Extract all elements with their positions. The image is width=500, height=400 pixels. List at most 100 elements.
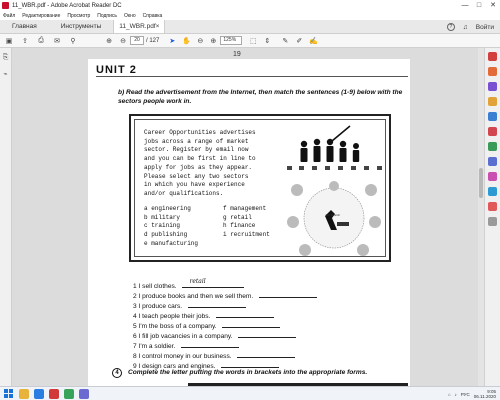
network-icon[interactable]: ⌂ <box>448 392 451 397</box>
advertisement-inner: Career Opportunities advertises jobs acr… <box>134 119 386 257</box>
minimize-button[interactable]: — <box>458 0 472 11</box>
export-pdf-icon[interactable] <box>488 52 497 61</box>
sector-item: b military <box>144 213 181 221</box>
sentence-item: 7 I'm a soldier. <box>133 342 240 350</box>
tab-home[interactable]: Главная <box>0 20 49 33</box>
create-pdf-icon[interactable] <box>488 67 497 76</box>
menu-file[interactable]: Файл <box>3 13 15 19</box>
next-page-icon[interactable]: ⊖ <box>118 36 128 46</box>
sentence-text: 5 I'm the boss of a company. <box>133 323 217 330</box>
fill-sign-icon[interactable] <box>488 142 497 151</box>
menu-bar: Файл Редактирование Просмотр Подпись Окн… <box>0 11 500 20</box>
scroll-mode-icon[interactable]: ⇕ <box>262 36 272 46</box>
select-cursor-icon[interactable]: ➤ <box>167 36 177 46</box>
sentence-item: 1 I sell clothes. retail <box>133 278 245 290</box>
exercise-4: 4 Complete the letter putting the words … <box>112 368 412 378</box>
page-total: / 127 <box>146 37 160 44</box>
people-illustration-icon <box>287 125 382 170</box>
windows-taskbar: ⌂ ♪ РУС 9:05 06.11.2020 <box>0 386 500 400</box>
browser-icon[interactable] <box>34 388 44 399</box>
sentence-text: 6 I fill job vacancies in a company. <box>133 333 233 340</box>
advertisement-box: Career Opportunities advertises jobs acr… <box>129 114 391 262</box>
answer-blank[interactable] <box>259 292 318 298</box>
share-icon[interactable] <box>488 202 497 211</box>
pdf-page: UNIT 2 b) Read the advertisement from th… <box>88 59 410 389</box>
tab-document-label: 11_WBR.pdf <box>119 23 156 30</box>
login-button[interactable]: Войти <box>476 24 494 31</box>
sector-item: e manufacturing <box>144 239 199 247</box>
sector-item: a engineering <box>144 205 191 212</box>
language-indicator[interactable]: РУС <box>461 392 470 397</box>
sentence-item: 5 I'm the boss of a company. <box>133 322 281 330</box>
bell-icon[interactable]: ♫ <box>463 24 468 31</box>
prev-page-icon[interactable]: ⊕ <box>104 36 114 46</box>
save-icon[interactable]: ▣ <box>4 36 14 46</box>
comment-tool-icon[interactable] <box>488 97 497 106</box>
tab-document[interactable]: 11_WBR.pdf × <box>113 20 166 33</box>
hand-icon[interactable]: ✋ <box>181 36 191 46</box>
upload-icon[interactable]: ⇪ <box>20 36 30 46</box>
sentence-text: 1 I sell clothes. <box>133 283 177 290</box>
menu-edit[interactable]: Редактирование <box>22 13 60 19</box>
app-icon[interactable] <box>64 388 74 399</box>
highlight-icon[interactable]: ✐ <box>294 36 304 46</box>
exercise-number-badge: 4 <box>112 368 122 378</box>
menu-help[interactable]: Справка <box>143 13 163 19</box>
volume-icon[interactable]: ♪ <box>455 392 457 397</box>
system-tray: ⌂ ♪ РУС 9:05 06.11.2020 <box>448 387 496 400</box>
file-explorer-icon[interactable] <box>19 388 29 399</box>
app-icon[interactable] <box>79 388 89 399</box>
answer-blank[interactable] <box>237 352 296 358</box>
diagram-label: Job Search <box>325 213 341 217</box>
search-icon[interactable]: ⚲ <box>68 36 78 46</box>
edit-pdf-icon[interactable] <box>488 82 497 91</box>
tab-close-icon[interactable]: × <box>156 23 160 30</box>
answer-blank[interactable]: retail <box>182 278 245 288</box>
organize-pages-icon[interactable] <box>488 127 497 136</box>
menu-window[interactable]: Окно <box>124 13 136 19</box>
print-icon[interactable]: ⎙ <box>36 36 46 46</box>
combine-files-icon[interactable] <box>488 112 497 121</box>
bookmark-icon[interactable]: ⎘ <box>3 54 9 62</box>
menu-sign[interactable]: Подпись <box>97 13 117 19</box>
email-icon[interactable]: ✉ <box>52 36 62 46</box>
answer-blank[interactable] <box>181 342 240 348</box>
tabbar-right: ? ♫ Войти <box>446 20 494 34</box>
close-button[interactable]: ✕ <box>486 0 500 11</box>
job-search-diagram: Job Search <box>285 178 383 258</box>
settings-icon[interactable] <box>488 217 497 226</box>
sector-item: d publishing <box>144 231 188 239</box>
acrobat-taskbar-icon[interactable] <box>49 388 59 399</box>
protect-icon[interactable] <box>488 172 497 181</box>
more-tools-icon[interactable] <box>488 187 497 196</box>
tab-tools[interactable]: Инструменты <box>49 20 114 33</box>
comment-icon[interactable]: ✎ <box>280 36 290 46</box>
windows-start-icon[interactable] <box>4 389 13 398</box>
clock[interactable]: 9:05 06.11.2020 <box>474 389 496 399</box>
answer-blank[interactable] <box>222 322 281 328</box>
sector-item: c training <box>144 222 181 230</box>
sentence-item: 4 I teach people their jobs. <box>133 312 275 320</box>
zoom-in-icon[interactable]: ⊕ <box>208 36 218 46</box>
page-number-label: 19 <box>233 51 241 58</box>
zoom-select[interactable]: 125% <box>220 36 243 45</box>
page-number-input[interactable]: 20 <box>130 36 144 45</box>
answer-blank[interactable] <box>216 312 275 318</box>
answer-blank[interactable] <box>238 332 297 338</box>
advertisement-text: Career Opportunities advertises jobs acr… <box>144 129 256 197</box>
attachment-icon[interactable]: ⌁ <box>3 70 7 78</box>
help-icon[interactable]: ? <box>446 23 455 31</box>
maximize-button[interactable]: □ <box>472 0 486 11</box>
fit-page-icon[interactable]: ⬚ <box>248 36 258 46</box>
sentence-text: 4 I teach people their jobs. <box>133 313 211 320</box>
sector-item: g retail <box>223 213 252 221</box>
sign-icon[interactable]: ✍ <box>308 36 318 46</box>
send-review-icon[interactable] <box>488 157 497 166</box>
zoom-out-icon[interactable]: ⊖ <box>195 36 205 46</box>
answer-blank[interactable] <box>187 302 246 308</box>
menu-view[interactable]: Просмотр <box>67 13 90 19</box>
scrollbar-thumb[interactable] <box>479 168 483 198</box>
sector-item: f management <box>223 205 267 212</box>
diagram-graphic-icon <box>287 181 381 256</box>
unit-title: UNIT 2 <box>96 64 137 76</box>
